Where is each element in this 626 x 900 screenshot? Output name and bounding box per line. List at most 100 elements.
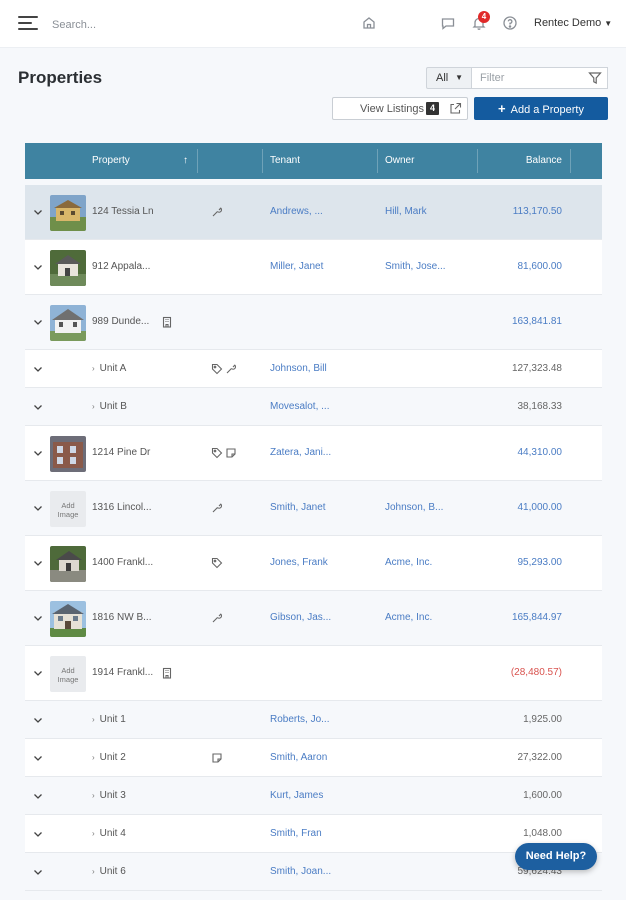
table-row[interactable]: 1816 NW B... Gibson, Jas... Acme, Inc. 1… [25, 591, 602, 646]
note-icon[interactable] [211, 752, 223, 764]
column-header-tenant[interactable]: Tenant [270, 143, 300, 179]
property-thumbnail[interactable] [50, 250, 86, 286]
property-name[interactable]: 124 Tessia Ln [92, 206, 154, 217]
unit-name[interactable]: › Unit A [92, 363, 126, 374]
tenant-link[interactable]: Movesalot, ... [270, 401, 329, 412]
hamburger-menu-icon[interactable] [18, 16, 38, 32]
tag-icon[interactable] [211, 557, 223, 569]
chevron-down-icon[interactable] [32, 612, 44, 624]
unit-name[interactable]: › Unit 4 [92, 828, 126, 839]
note-icon[interactable] [225, 447, 237, 459]
user-menu[interactable]: Rentec Demo ▼ [534, 17, 612, 29]
wrench-icon[interactable] [225, 363, 237, 375]
wrench-icon[interactable] [211, 206, 223, 218]
unit-name[interactable]: › Unit 3 [92, 790, 126, 801]
balance-value[interactable]: 165,844.97 [512, 612, 562, 623]
table-row[interactable]: › Unit 1 Roberts, Jo... 1,925.00 [25, 701, 602, 739]
property-name[interactable]: 1316 Lincol... [92, 502, 152, 513]
owner-link[interactable]: Johnson, B... [385, 502, 443, 513]
column-header-owner[interactable]: Owner [385, 143, 414, 179]
tag-icon[interactable] [211, 447, 223, 459]
table-row[interactable]: 989 Dunde... 163,841.81 [25, 295, 602, 350]
add-image-placeholder[interactable]: Add Image [50, 656, 86, 692]
property-thumbnail[interactable] [50, 305, 86, 341]
column-header-property[interactable]: Property [92, 143, 130, 179]
column-header-balance[interactable]: Balance [526, 143, 562, 179]
tenant-link[interactable]: Gibson, Jas... [270, 612, 331, 623]
chevron-down-icon[interactable] [32, 752, 44, 764]
tenant-link[interactable]: Andrews, ... [270, 206, 323, 217]
table-row[interactable]: › Unit 2 Smith, Aaron 27,322.00 [25, 739, 602, 777]
unit-name[interactable]: › Unit 1 [92, 714, 126, 725]
search-input[interactable] [52, 16, 252, 34]
property-name[interactable]: 1214 Pine Dr [92, 447, 150, 458]
balance-value[interactable]: 95,293.00 [518, 557, 563, 568]
add-image-placeholder[interactable]: Add Image [50, 491, 86, 527]
add-property-button[interactable]: + Add a Property [474, 97, 608, 120]
balance-value[interactable]: 163,841.81 [512, 316, 562, 327]
table-row[interactable]: Add Image 1914 Frankl... (28,480.57) [25, 646, 602, 701]
tenant-link[interactable]: Johnson, Bill [270, 363, 327, 374]
unit-name[interactable]: › Unit B [92, 401, 127, 412]
table-row[interactable]: › Unit A Johnson, Bill 127,323.48 [25, 350, 602, 388]
chevron-down-icon[interactable] [32, 261, 44, 273]
table-row[interactable]: Add Image 1316 Lincol... Smith, Janet Jo… [25, 481, 602, 536]
property-thumbnail[interactable] [50, 195, 86, 231]
tenant-link[interactable]: Miller, Janet [270, 261, 323, 272]
chevron-down-icon[interactable] [32, 401, 44, 413]
chevron-down-icon[interactable] [32, 866, 44, 878]
table-row[interactable]: › Unit 4 Smith, Fran 1,048.00 [25, 815, 602, 853]
help-circle-icon[interactable] [502, 15, 518, 31]
balance-value[interactable]: (28,480.57) [511, 667, 562, 678]
chevron-down-icon[interactable] [32, 316, 44, 328]
property-name[interactable]: 1914 Frankl... [92, 667, 153, 678]
chevron-down-icon[interactable] [32, 557, 44, 569]
table-row[interactable]: 1214 Pine Dr Zatera, Jani... 44,310.00 [25, 426, 602, 481]
wrench-icon[interactable] [211, 502, 223, 514]
funnel-icon[interactable] [588, 71, 602, 85]
property-thumbnail[interactable] [50, 546, 86, 582]
view-listings-button[interactable]: View Listings 4 [332, 97, 468, 120]
sort-ascending-icon[interactable]: ↑ [183, 143, 188, 179]
tenant-link[interactable]: Smith, Janet [270, 502, 326, 513]
tenant-link[interactable]: Kurt, James [270, 790, 323, 801]
filter-scope-select[interactable]: All ▼ [426, 67, 472, 89]
owner-link[interactable]: Hill, Mark [385, 206, 427, 217]
tenant-link[interactable]: Jones, Frank [270, 557, 328, 568]
need-help-button[interactable]: Need Help? [515, 843, 597, 870]
balance-value[interactable]: 41,000.00 [518, 502, 563, 513]
property-thumbnail[interactable] [50, 601, 86, 637]
table-row[interactable]: 1400 Frankl... Jones, Frank Acme, Inc. 9… [25, 536, 602, 591]
wrench-icon[interactable] [211, 612, 223, 624]
chevron-down-icon[interactable] [32, 667, 44, 679]
owner-link[interactable]: Acme, Inc. [385, 557, 432, 568]
balance-value[interactable]: 1,600.00 [523, 790, 562, 801]
balance-value[interactable]: 81,600.00 [518, 261, 563, 272]
chevron-down-icon[interactable] [32, 828, 44, 840]
balance-value[interactable]: 1,048.00 [523, 828, 562, 839]
table-row[interactable]: 124 Tessia Ln Andrews, ... Hill, Mark 11… [25, 185, 602, 240]
property-name[interactable]: 989 Dunde... [92, 316, 149, 327]
owner-link[interactable]: Acme, Inc. [385, 612, 432, 623]
property-name[interactable]: 1816 NW B... [92, 612, 151, 623]
unit-name[interactable]: › Unit 2 [92, 752, 126, 763]
balance-value[interactable]: 113,170.50 [513, 206, 562, 217]
chevron-down-icon[interactable] [32, 206, 44, 218]
tenant-link[interactable]: Roberts, Jo... [270, 714, 329, 725]
property-name[interactable]: 912 Appala... [92, 261, 150, 272]
chevron-down-icon[interactable] [32, 363, 44, 375]
balance-value[interactable]: 27,322.00 [518, 752, 563, 763]
property-thumbnail[interactable] [50, 436, 86, 472]
balance-value[interactable]: 38,168.33 [518, 401, 563, 412]
balance-value[interactable]: 44,310.00 [518, 447, 563, 458]
chat-icon[interactable] [440, 15, 456, 31]
tenant-link[interactable]: Zatera, Jani... [270, 447, 331, 458]
table-row[interactable]: 912 Appala... Miller, Janet Smith, Jose.… [25, 240, 602, 295]
chevron-down-icon[interactable] [32, 714, 44, 726]
tenant-link[interactable]: Smith, Aaron [270, 752, 327, 763]
unit-name[interactable]: › Unit 6 [92, 866, 126, 877]
chevron-down-icon[interactable] [32, 447, 44, 459]
home-icon[interactable] [361, 15, 377, 31]
chevron-down-icon[interactable] [32, 502, 44, 514]
tenant-link[interactable]: Smith, Joan... [270, 866, 331, 877]
